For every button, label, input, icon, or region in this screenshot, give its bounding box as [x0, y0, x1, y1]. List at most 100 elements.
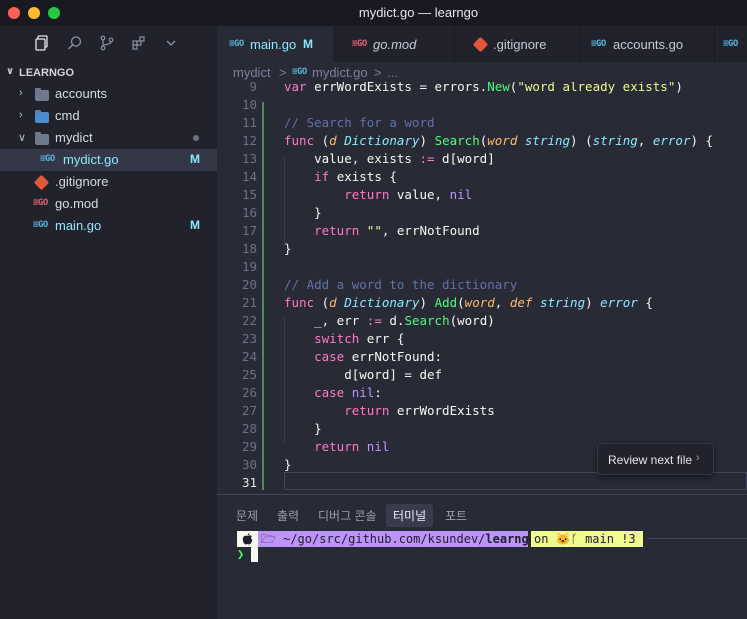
title-bar: mydict.go — learngo: [0, 0, 747, 26]
line-number: 21: [241, 295, 257, 310]
editor-tabs: ≡GO main.go M ≡GO go.mod .gitignore ≡GO …: [217, 26, 747, 62]
modified-badge: M: [303, 37, 313, 51]
breadcrumb-more[interactable]: ...: [387, 65, 398, 80]
line-number: 15: [241, 187, 257, 202]
git-branch-icon: ᚴ: [570, 532, 578, 546]
chevron-right-icon: ›: [19, 87, 23, 99]
line-number: 10: [241, 97, 257, 112]
panel-tab-ports[interactable]: 포트: [438, 504, 474, 527]
tree-item-cmd[interactable]: › cmd: [0, 105, 217, 127]
go-mod-icon: ≡GO: [33, 198, 48, 208]
line-number: 16: [241, 205, 257, 220]
tree-item-label: .gitignore: [55, 174, 109, 189]
code-editor[interactable]: 9 var errWordExists = errors.New("word al…: [217, 82, 747, 494]
code-line: return nil: [314, 439, 390, 454]
tab-go-mod[interactable]: ≡GO go.mod: [335, 26, 455, 62]
line-number: 17: [241, 223, 257, 238]
breadcrumb-separator: >: [279, 65, 287, 80]
breadcrumb-file[interactable]: mydict.go: [312, 65, 368, 80]
bottom-panel: 문제 출력 디버그 콘솔 터미널 포트 🗁 ~/go/src/github.co…: [217, 494, 747, 619]
folder-icon: [35, 110, 49, 123]
go-file-icon: ≡GO: [591, 39, 606, 49]
tree-item-go-mod[interactable]: ≡GO go.mod: [0, 193, 217, 215]
line-number: 22: [241, 313, 257, 328]
terminal-path-current: learngo: [485, 532, 536, 546]
tab-label: .gitignore: [493, 37, 547, 52]
chevron-right-icon: ›: [696, 452, 700, 464]
explorer-root[interactable]: ∨ LEARNGO: [0, 64, 217, 82]
code-line: var errWordExists = errors.New("word alr…: [284, 82, 683, 94]
code-line: // Add a word to the dictionary: [284, 277, 518, 292]
git-modified-gutter: [262, 102, 264, 490]
modified-dot: [193, 135, 199, 141]
go-file-icon: ≡GO: [33, 220, 48, 230]
git-icon: [33, 174, 50, 191]
sidebar: ∨ LEARNGO › accounts › cmd ∨ mydict ≡GO …: [0, 26, 217, 619]
tab-overflow[interactable]: ≡GO: [715, 26, 747, 62]
modified-badge: M: [190, 218, 200, 232]
line-number: 30: [241, 457, 257, 472]
extensions-icon[interactable]: [130, 35, 148, 53]
folder-icon: 🗁: [261, 532, 284, 546]
terminal-path: ~/go/src/github.com/ksundev/: [283, 532, 486, 546]
code-line: switch err {: [314, 331, 405, 346]
tree-item-label: cmd: [55, 108, 80, 123]
tree-item-label: mydict.go: [63, 152, 119, 167]
panel-tab-terminal[interactable]: 터미널: [386, 504, 434, 527]
line-number: 28: [241, 421, 257, 436]
tab-label: go.mod: [373, 37, 417, 52]
breadcrumb-folder[interactable]: mydict: [233, 65, 271, 80]
line-number: 11: [241, 115, 257, 130]
terminal-divider: [647, 538, 747, 539]
line-number: 19: [241, 259, 257, 274]
git-icon: [472, 36, 489, 53]
line-number: 12: [241, 133, 257, 148]
prompt-symbol: ❯: [237, 547, 245, 561]
code-line: // Search for a word: [284, 115, 435, 130]
tree-item-gitignore[interactable]: .gitignore: [0, 171, 217, 193]
line-number: 25: [241, 367, 257, 382]
go-file-icon: ≡GO: [229, 39, 244, 49]
modified-badge: M: [190, 152, 200, 166]
tree-item-main-go[interactable]: ≡GO main.go M: [0, 215, 217, 237]
code-line: }: [284, 457, 292, 472]
tree-item-label: mydict: [55, 130, 93, 145]
explorer-root-label: LEARNGO: [19, 67, 74, 79]
panel-tab-problems[interactable]: 문제: [229, 504, 265, 527]
chevron-down-icon: ∨: [6, 66, 15, 77]
tab-main-go[interactable]: ≡GO main.go M: [217, 26, 335, 62]
tab-accounts-go[interactable]: ≡GO accounts.go: [580, 26, 715, 62]
code-line: }: [284, 205, 322, 220]
git-branch-label: main !3: [585, 532, 636, 546]
source-control-icon[interactable]: [98, 35, 116, 53]
code-line: case nil:: [314, 385, 382, 400]
line-number: 24: [241, 349, 257, 364]
chevron-down-icon[interactable]: [162, 35, 180, 53]
files-icon[interactable]: [27, 31, 57, 57]
go-file-icon: ≡GO: [40, 154, 55, 164]
tree-item-mydict[interactable]: ∨ mydict: [0, 127, 217, 149]
git-on-label: on: [534, 532, 549, 546]
code-line: _, err := d.Search(word): [284, 313, 495, 328]
code-line: func (d Dictionary) Search(word string) …: [284, 133, 714, 148]
panel-tab-debug-console[interactable]: 디버그 콘솔: [311, 504, 384, 527]
github-cat-icon: 🐱: [555, 532, 571, 546]
code-line: return "", errNotFound: [314, 223, 480, 238]
tree-item-accounts[interactable]: › accounts: [0, 83, 217, 105]
search-icon[interactable]: [66, 35, 84, 53]
line-number: 9: [249, 82, 257, 94]
folder-open-icon: [35, 132, 49, 145]
panel-tab-output[interactable]: 출력: [270, 504, 306, 527]
code-line: func (d Dictionary) Add(word, def string…: [284, 295, 653, 310]
go-mod-icon: ≡GO: [352, 39, 367, 49]
code-line: d[word] = def: [284, 367, 443, 382]
chevron-right-icon: ›: [19, 109, 23, 121]
tree-item-label: go.mod: [55, 196, 99, 211]
line-number: 18: [241, 241, 257, 256]
terminal-git-segment: on 🐱ᚴ main !3: [531, 531, 643, 547]
review-next-file-button[interactable]: Review next file ›: [597, 443, 714, 475]
tree-item-mydict-go[interactable]: ≡GO mydict.go M: [0, 149, 217, 171]
tree-item-label: main.go: [55, 218, 102, 233]
terminal-path-segment: 🗁 ~/go/src/github.com/ksundev/learngo: [258, 531, 536, 547]
tab-gitignore[interactable]: .gitignore: [455, 26, 580, 62]
